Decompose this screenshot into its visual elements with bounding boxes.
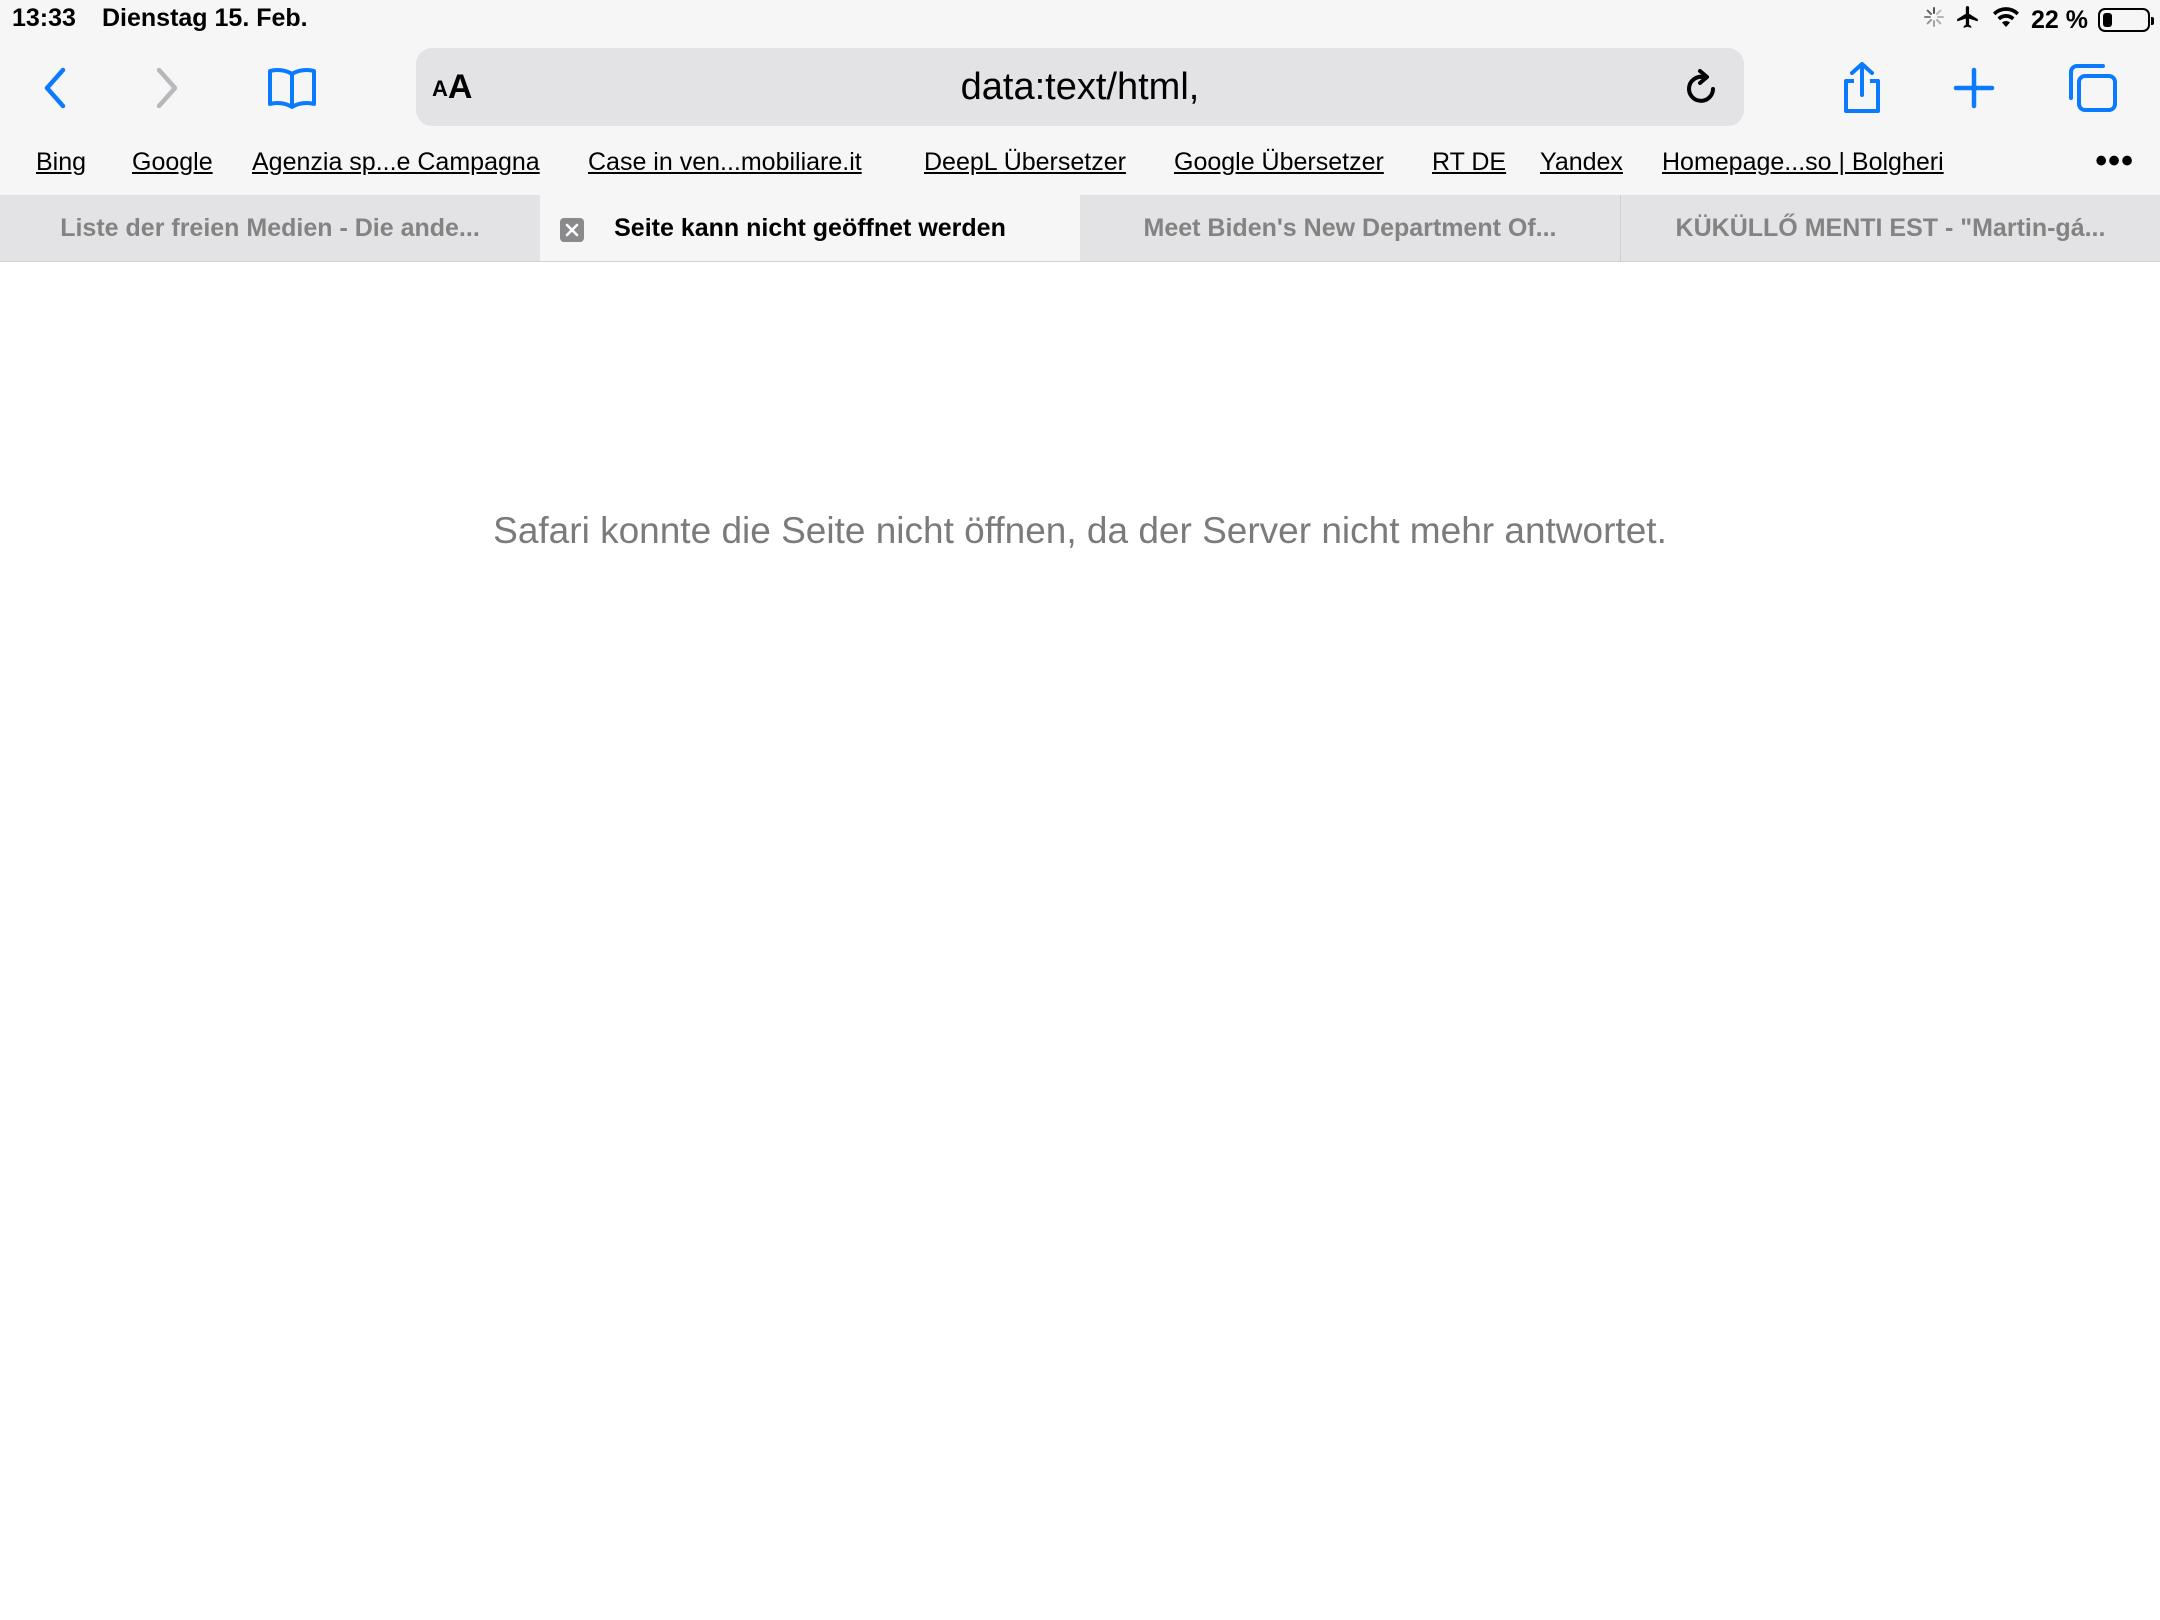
favorites-more-button[interactable]: ••• bbox=[2095, 142, 2134, 181]
favorite-link[interactable]: Google Übersetzer bbox=[1174, 148, 1384, 177]
battery-level bbox=[2103, 13, 2112, 27]
tab-title: KÜKÜLLŐ MENTI EST - "Martin-gá... bbox=[1675, 213, 2106, 242]
url-text[interactable]: data:text/html, bbox=[416, 66, 1744, 109]
forward-button[interactable] bbox=[134, 56, 198, 120]
share-button[interactable] bbox=[1830, 56, 1894, 120]
status-date: Dienstag 15. Feb. bbox=[102, 4, 308, 32]
tab-title: Meet Biden's New Department Of... bbox=[1143, 213, 1557, 242]
browser-chrome: 13:33 Dienstag 15. Feb. 22 % A A data:te… bbox=[0, 0, 2160, 262]
tab-active[interactable]: Seite kann nicht geöffnet werden bbox=[540, 195, 1080, 261]
tabs-overview-button[interactable] bbox=[2060, 56, 2124, 120]
bookmarks-button[interactable] bbox=[260, 56, 324, 120]
book-icon bbox=[268, 68, 316, 109]
battery-percent: 22 % bbox=[2031, 5, 2088, 34]
error-message: Safari konnte die Seite nicht öffnen, da… bbox=[493, 510, 1667, 551]
battery-icon bbox=[2098, 8, 2154, 32]
favorite-link[interactable]: Homepage...so | Bolgheri bbox=[1662, 148, 1944, 177]
status-bar: 13:33 Dienstag 15. Feb. 22 % bbox=[0, 0, 2160, 42]
toolbar: A A data:text/html, bbox=[0, 46, 2160, 128]
tabs-overview-icon bbox=[2069, 64, 2117, 112]
favorite-link[interactable]: Agenzia sp...e Campagna bbox=[252, 148, 540, 177]
favorite-link[interactable]: Case in ven...mobiliare.it bbox=[588, 148, 862, 177]
favorite-link[interactable]: DeepL Übersetzer bbox=[924, 148, 1126, 177]
page-content: Safari konnte die Seite nicht öffnen, da… bbox=[0, 262, 2160, 1620]
tab[interactable]: KÜKÜLLŐ MENTI EST - "Martin-gá... bbox=[1620, 195, 2160, 261]
favorite-link[interactable]: Bing bbox=[36, 148, 86, 177]
share-icon bbox=[1844, 62, 1880, 113]
tab-bar: Liste der freien Medien - Die ande... Se… bbox=[0, 195, 2160, 262]
airplane-icon bbox=[1955, 4, 1981, 37]
close-icon bbox=[565, 223, 579, 237]
favorites-bar: Bing Google Agenzia sp...e Campagna Case… bbox=[0, 142, 2160, 186]
plus-icon bbox=[1953, 67, 1995, 109]
tab[interactable]: Meet Biden's New Department Of... bbox=[1080, 195, 1620, 261]
address-bar[interactable]: A A data:text/html, bbox=[416, 48, 1744, 126]
favorite-link[interactable]: RT DE bbox=[1432, 148, 1506, 177]
status-indicators: 22 % bbox=[1923, 4, 2154, 37]
new-tab-button[interactable] bbox=[1942, 56, 2006, 120]
wifi-icon bbox=[1991, 5, 2021, 36]
reload-icon bbox=[1687, 69, 1715, 103]
activity-spinner-icon bbox=[1923, 6, 1945, 35]
chevron-right-icon bbox=[156, 67, 178, 109]
tab-title: Liste der freien Medien - Die ande... bbox=[60, 213, 480, 242]
chevron-left-icon bbox=[44, 67, 66, 109]
favorite-link[interactable]: Google bbox=[132, 148, 213, 177]
tab-title: Seite kann nicht geöffnet werden bbox=[614, 213, 1006, 242]
reload-button[interactable] bbox=[1678, 63, 1726, 111]
favorite-link[interactable]: Yandex bbox=[1540, 148, 1623, 177]
back-button[interactable] bbox=[24, 56, 88, 120]
status-time: 13:33 bbox=[12, 4, 76, 32]
tab-close-button[interactable] bbox=[560, 218, 584, 242]
tab[interactable]: Liste der freien Medien - Die ande... bbox=[0, 195, 540, 261]
